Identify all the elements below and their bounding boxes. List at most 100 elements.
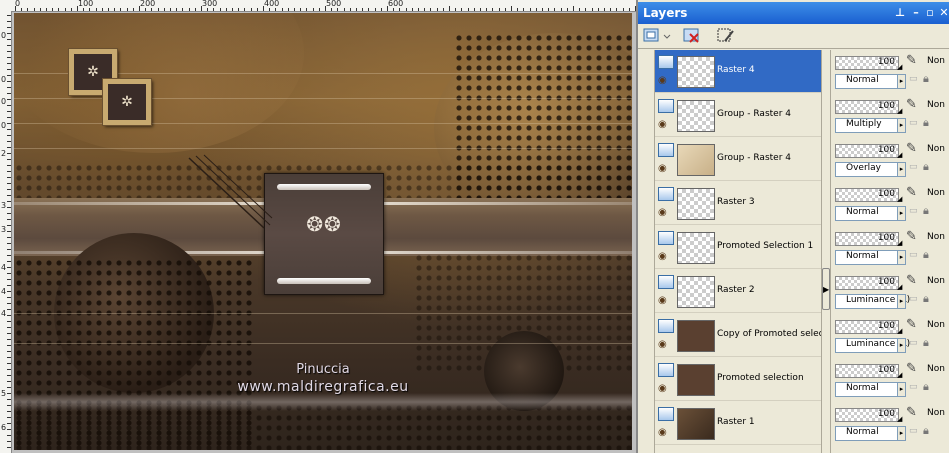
opacity-slider[interactable]: 100 <box>835 320 899 334</box>
blend-mode-select[interactable]: Normal <box>835 206 899 221</box>
layer-row[interactable]: ◉ Raster 3 <box>655 182 821 225</box>
blend-mode-select[interactable]: Normal <box>835 426 899 441</box>
document-canvas-area[interactable]: 0 100 200 300 400 500 600 0 0 0 0 2 3 3 … <box>0 0 636 453</box>
eye-icon[interactable]: ◉ <box>658 164 671 174</box>
opacity-slider[interactable]: 100 <box>835 408 899 422</box>
eye-icon[interactable]: ◉ <box>658 296 671 306</box>
brush-icon[interactable]: ✎ <box>906 405 922 421</box>
eye-icon[interactable]: ◉ <box>658 208 671 218</box>
layer-row[interactable]: ◉ Promoted selection <box>655 358 821 401</box>
layer-visibility-toggle[interactable] <box>658 231 674 245</box>
restore-button[interactable]: ▫ <box>923 6 937 20</box>
link-icon[interactable]: ▭ <box>909 338 921 350</box>
layer-visibility-toggle[interactable] <box>658 363 674 377</box>
lock-icon[interactable]: 🔒︎ <box>923 336 937 350</box>
minimize-button[interactable]: – <box>909 6 923 20</box>
slider-handle[interactable]: ◢ <box>897 415 902 423</box>
brush-icon[interactable]: ✎ <box>906 317 922 333</box>
lock-icon[interactable]: 🔒︎ <box>923 424 937 438</box>
slider-handle[interactable]: ◢ <box>897 107 902 115</box>
slider-handle[interactable]: ◢ <box>897 239 902 247</box>
lock-icon[interactable]: 🔒︎ <box>923 160 937 174</box>
delete-layer-button[interactable] <box>682 27 702 45</box>
eye-icon[interactable]: ◉ <box>658 76 671 86</box>
layer-row[interactable]: ◉ Group - Raster 4 <box>655 138 821 181</box>
link-icon[interactable]: ▭ <box>909 74 921 86</box>
layer-row[interactable]: ◉ Group - Raster 4 <box>655 94 821 137</box>
link-icon[interactable]: ▭ <box>909 294 921 306</box>
link-icon[interactable]: ▭ <box>909 426 921 438</box>
slider-handle[interactable]: ◢ <box>897 371 902 379</box>
blend-mode-select[interactable]: Normal <box>835 250 899 265</box>
layers-palette[interactable]: Layers ⊥ – ▫ ✕ ◉ Raster 4 ◉ Group - Raster … <box>636 0 949 453</box>
opacity-slider[interactable]: 100 <box>835 188 899 202</box>
chevron-right-icon[interactable]: ▸ <box>897 162 906 177</box>
lock-icon[interactable]: 🔒︎ <box>923 204 937 218</box>
opacity-slider[interactable]: 100 <box>835 144 899 158</box>
chevron-right-icon[interactable]: ▸ <box>897 426 906 441</box>
brush-icon[interactable]: ✎ <box>906 361 922 377</box>
lock-icon[interactable]: 🔒︎ <box>923 248 937 262</box>
eye-icon[interactable]: ◉ <box>658 252 671 262</box>
close-button[interactable]: ✕ <box>937 6 949 20</box>
layer-visibility-toggle[interactable] <box>658 99 674 113</box>
brush-icon[interactable]: ✎ <box>906 97 922 113</box>
link-icon[interactable]: ▭ <box>909 382 921 394</box>
layer-list[interactable]: ◉ Raster 4 ◉ Group - Raster 4 ◉ Group - Raste… <box>654 50 822 453</box>
brush-icon[interactable]: ✎ <box>906 141 922 157</box>
layer-visibility-toggle[interactable] <box>658 187 674 201</box>
brush-icon[interactable]: ✎ <box>906 229 922 245</box>
slider-handle[interactable]: ◢ <box>897 327 902 335</box>
blend-mode-select[interactable]: Multiply <box>835 118 899 133</box>
chevron-right-icon[interactable]: ▸ <box>897 118 906 133</box>
lock-icon[interactable]: 🔒︎ <box>923 380 937 394</box>
blend-mode-select[interactable]: Normal <box>835 382 899 397</box>
lock-icon[interactable]: 🔒︎ <box>923 116 937 130</box>
blend-mode-select[interactable]: Normal <box>835 74 899 89</box>
link-icon[interactable]: ▭ <box>909 118 921 130</box>
link-icon[interactable]: ▭ <box>909 162 921 174</box>
lock-icon[interactable]: 🔒︎ <box>923 292 937 306</box>
blend-mode-select[interactable]: Luminance (L) <box>835 294 910 309</box>
slider-handle[interactable]: ◢ <box>897 151 902 159</box>
eye-icon[interactable]: ◉ <box>658 120 671 130</box>
slider-handle[interactable]: ◢ <box>897 283 902 291</box>
slider-handle[interactable]: ◢ <box>897 63 902 71</box>
chevron-right-icon[interactable]: ▸ <box>897 382 906 397</box>
layer-visibility-toggle[interactable] <box>658 319 674 333</box>
brush-icon[interactable]: ✎ <box>906 53 922 69</box>
lock-icon[interactable]: 🔒︎ <box>923 72 937 86</box>
blend-mode-select[interactable]: Overlay <box>835 162 899 177</box>
layer-visibility-toggle[interactable] <box>658 55 674 69</box>
opacity-slider[interactable]: 100 <box>835 364 899 378</box>
link-icon[interactable]: ▭ <box>909 250 921 262</box>
layer-visibility-toggle[interactable] <box>658 407 674 421</box>
brush-icon[interactable]: ✎ <box>906 185 922 201</box>
layer-row[interactable]: ◉ Copy of Promoted selecti <box>655 314 821 357</box>
layer-row[interactable]: ◉ Raster 2 <box>655 270 821 313</box>
eye-icon[interactable]: ◉ <box>658 384 671 394</box>
blend-mode-select[interactable]: Luminance (L) <box>835 338 910 353</box>
artwork-image[interactable]: ✲ ✲ ❂❂ Pinuccia www.maldiregrafica.eu <box>14 13 632 450</box>
pin-icon[interactable]: ⊥ <box>893 6 907 20</box>
chevron-right-icon[interactable]: ▸ <box>897 294 906 309</box>
brush-icon[interactable]: ✎ <box>906 273 922 289</box>
eye-icon[interactable]: ◉ <box>658 340 671 350</box>
opacity-slider[interactable]: 100 <box>835 56 899 70</box>
chevron-right-icon[interactable]: ▸ <box>897 206 906 221</box>
opacity-slider[interactable]: 100 <box>835 100 899 114</box>
layer-row[interactable]: ◉ Promoted Selection 1 <box>655 226 821 269</box>
layer-visibility-toggle[interactable] <box>658 275 674 289</box>
chevron-right-icon[interactable]: ▸ <box>897 74 906 89</box>
eye-icon[interactable]: ◉ <box>658 428 671 438</box>
link-icon[interactable]: ▭ <box>909 206 921 218</box>
layer-visibility-toggle[interactable] <box>658 143 674 157</box>
chevron-right-icon[interactable]: ▶ <box>823 285 829 294</box>
chevron-right-icon[interactable]: ▸ <box>897 338 906 353</box>
slider-handle[interactable]: ◢ <box>897 195 902 203</box>
palette-titlebar[interactable]: Layers ⊥ – ▫ ✕ <box>638 2 949 24</box>
new-layer-button[interactable] <box>642 27 662 45</box>
layer-properties-button[interactable] <box>716 27 736 45</box>
chevron-right-icon[interactable]: ▸ <box>897 250 906 265</box>
opacity-slider[interactable]: 100 <box>835 232 899 246</box>
